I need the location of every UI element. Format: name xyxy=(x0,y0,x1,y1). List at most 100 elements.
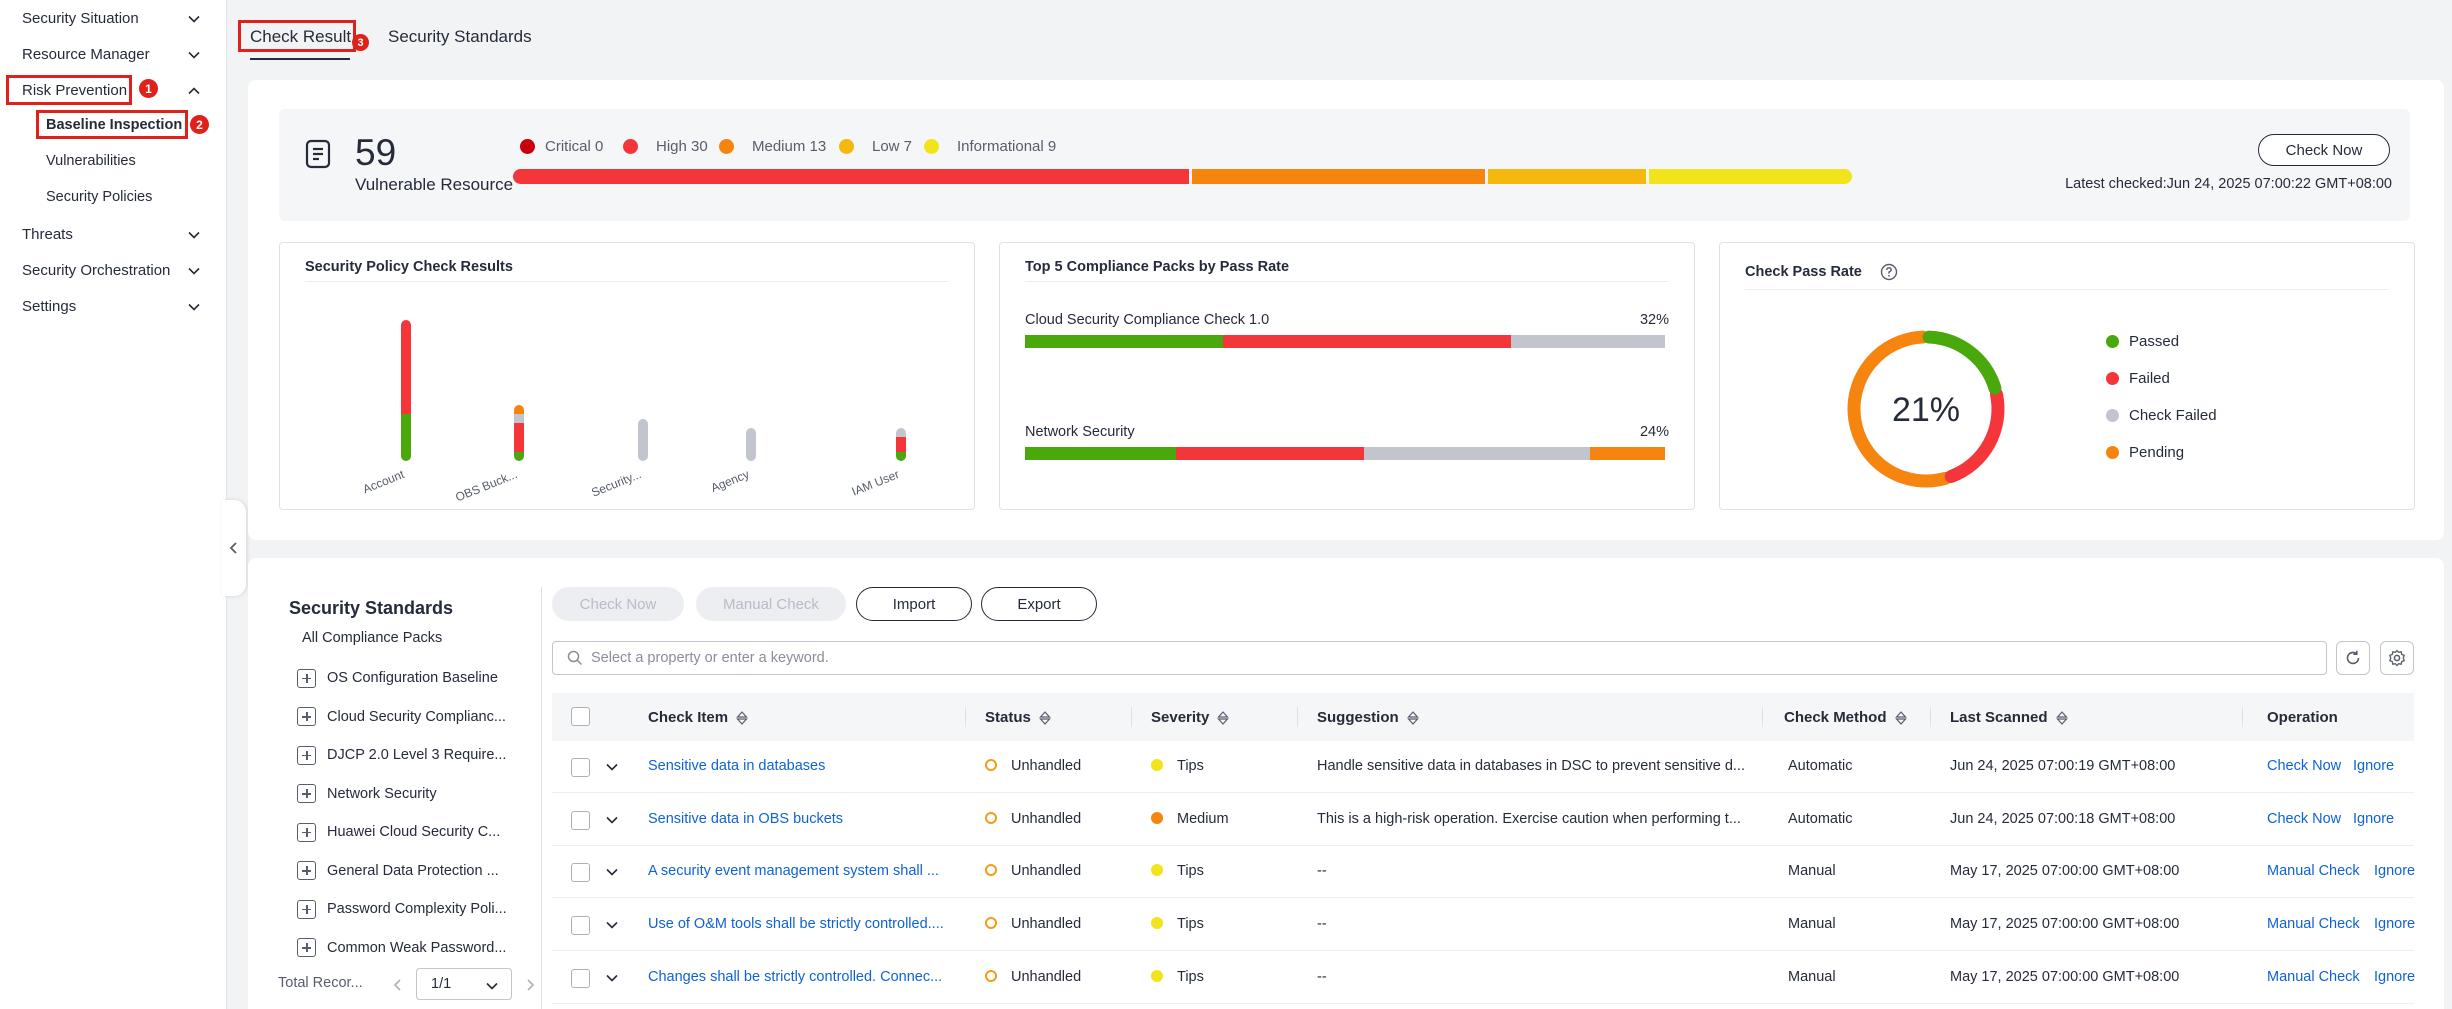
check-now-button[interactable]: Check Now xyxy=(2258,134,2390,166)
severity-dot xyxy=(1151,759,1163,771)
severity-dot xyxy=(1151,969,1163,982)
manual-check-button[interactable]: Manual Check xyxy=(696,587,846,621)
row-checkbox[interactable] xyxy=(571,810,590,830)
collapse-sidebar-button[interactable] xyxy=(222,500,246,596)
annotation-badge-2: 2 xyxy=(190,115,209,134)
status-text: Unhandled xyxy=(1011,758,1082,774)
nav-vulnerabilities[interactable]: Vulnerabilities xyxy=(46,149,136,173)
bar-label: OBS Buck... xyxy=(453,467,520,505)
standard-item-label: Common Weak Password... xyxy=(327,939,507,956)
divider xyxy=(965,707,966,727)
sidebar: Security Situation Resource Manager Risk… xyxy=(0,0,227,1009)
legend-failed: Failed xyxy=(2106,370,2170,387)
table-check-now-button[interactable]: Check Now xyxy=(552,587,684,621)
row-manual-check-link[interactable]: Manual Check xyxy=(2267,863,2360,879)
row-ignore-link[interactable]: Ignore xyxy=(2353,758,2394,774)
status-icon xyxy=(985,864,997,877)
col-check-item[interactable]: Check Item xyxy=(648,709,748,726)
nav-settings[interactable]: Settings xyxy=(0,288,227,324)
col-severity[interactable]: Severity xyxy=(1151,709,1230,726)
export-button[interactable]: Export xyxy=(981,587,1097,621)
chevron-left-icon[interactable] xyxy=(392,978,404,992)
severity-text: Medium xyxy=(1177,810,1229,827)
row-checkbox[interactable] xyxy=(571,758,590,777)
col-check-method[interactable]: Check Method xyxy=(1784,709,1907,726)
nav-threats[interactable]: Threats xyxy=(0,216,227,252)
check-item-link[interactable]: A security event management system shall… xyxy=(648,863,948,879)
col-status[interactable]: Status xyxy=(985,709,1051,726)
status-text: Unhandled xyxy=(1011,916,1082,933)
help-circle-icon[interactable] xyxy=(1880,263,1898,281)
row-manual-check-link[interactable]: Manual Check xyxy=(2267,916,2360,932)
page-select[interactable]: 1/1 xyxy=(416,968,512,1000)
row-checkbox[interactable] xyxy=(571,863,590,883)
expand-row-icon[interactable] xyxy=(605,971,619,985)
legend-low: Low 7 xyxy=(839,138,912,155)
standard-item[interactable]: General Data Protection ... xyxy=(297,859,512,883)
standard-item[interactable]: Cloud Security Complianc... xyxy=(297,705,512,729)
divider xyxy=(1745,289,2389,290)
import-button[interactable]: Import xyxy=(856,587,972,621)
last-scanned-cell: May 17, 2025 07:00:00 GMT+08:00 xyxy=(1950,863,2180,880)
row-ignore-link[interactable]: Ignore xyxy=(2374,969,2415,985)
col-last-scanned[interactable]: Last Scanned xyxy=(1950,709,2068,726)
row-ignore-link[interactable]: Ignore xyxy=(2353,811,2394,827)
annotation-badge-3: 3 xyxy=(352,34,369,51)
row-ignore-link[interactable]: Ignore xyxy=(2374,916,2415,932)
standard-item[interactable]: OS Configuration Baseline xyxy=(297,666,512,690)
nav-security-policies[interactable]: Security Policies xyxy=(46,185,152,209)
col-suggestion[interactable]: Suggestion xyxy=(1317,709,1419,726)
tab-security-standards[interactable]: Security Standards xyxy=(388,27,532,47)
row-checkbox[interactable] xyxy=(571,916,590,936)
bar-segment-failed xyxy=(401,320,411,414)
standard-item[interactable]: Password Complexity Poli... xyxy=(297,897,512,921)
expand-row-icon[interactable] xyxy=(605,813,619,827)
annotation-box-risk-prevention xyxy=(6,75,132,105)
standard-item-label: General Data Protection ... xyxy=(327,862,499,879)
chevron-up-icon xyxy=(188,87,200,95)
expand-row-icon[interactable] xyxy=(605,865,619,879)
expand-plus-icon[interactable] xyxy=(297,707,316,726)
severity-segment xyxy=(513,169,1190,184)
row-ignore-link[interactable]: Ignore xyxy=(2374,863,2415,879)
expand-plus-icon[interactable] xyxy=(297,861,316,880)
standard-item[interactable]: DJCP 2.0 Level 3 Require... xyxy=(297,743,512,767)
expand-row-icon[interactable] xyxy=(605,918,619,932)
row-check-now-link[interactable]: Check Now xyxy=(2267,811,2341,827)
chevron-down-icon xyxy=(188,231,200,239)
chevron-right-icon[interactable] xyxy=(524,978,536,992)
select-all-checkbox[interactable] xyxy=(571,707,590,726)
row-checkbox[interactable] xyxy=(571,968,590,988)
check-item-link[interactable]: Use of O&M tools shall be strictly contr… xyxy=(648,916,948,932)
standard-item[interactable]: Network Security xyxy=(297,782,512,806)
all-compliance-packs[interactable]: All Compliance Packs xyxy=(302,630,442,646)
standard-item[interactable]: Huawei Cloud Security C... xyxy=(297,820,512,844)
policy-bar xyxy=(746,428,756,461)
expand-plus-icon[interactable] xyxy=(297,822,316,842)
suggestion-cell: -- xyxy=(1317,916,1327,933)
severity-text: Tips xyxy=(1177,758,1204,774)
search-input[interactable]: Select a property or enter a keyword. xyxy=(552,641,2327,675)
chevron-down-icon xyxy=(188,267,200,275)
nav-resource-manager[interactable]: Resource Manager xyxy=(0,36,227,72)
nav-security-orchestration[interactable]: Security Orchestration xyxy=(0,252,227,288)
expand-plus-icon[interactable] xyxy=(297,938,316,957)
row-manual-check-link[interactable]: Manual Check xyxy=(2267,969,2360,985)
check-item-link[interactable]: Changes shall be strictly controlled. Co… xyxy=(648,969,948,985)
settings-button[interactable] xyxy=(2380,641,2414,675)
check-item-link[interactable]: Sensitive data in databases xyxy=(648,758,948,774)
refresh-button[interactable] xyxy=(2336,641,2370,675)
expand-plus-icon[interactable] xyxy=(297,899,316,919)
check-item-link[interactable]: Sensitive data in OBS buckets xyxy=(648,811,948,827)
standard-item[interactable]: Common Weak Password... xyxy=(297,936,512,960)
status-icon xyxy=(985,759,997,771)
expand-plus-icon[interactable] xyxy=(297,668,316,688)
pass-rate-value: 21% xyxy=(1892,391,1960,429)
expand-plus-icon[interactable] xyxy=(297,745,316,765)
expand-row-icon[interactable] xyxy=(605,760,619,774)
pack-segment-pending xyxy=(1589,447,1665,460)
row-check-now-link[interactable]: Check Now xyxy=(2267,758,2341,774)
expand-plus-icon[interactable] xyxy=(297,784,316,803)
nav-security-situation[interactable]: Security Situation xyxy=(0,0,227,36)
bar-label: Security... xyxy=(589,467,644,500)
